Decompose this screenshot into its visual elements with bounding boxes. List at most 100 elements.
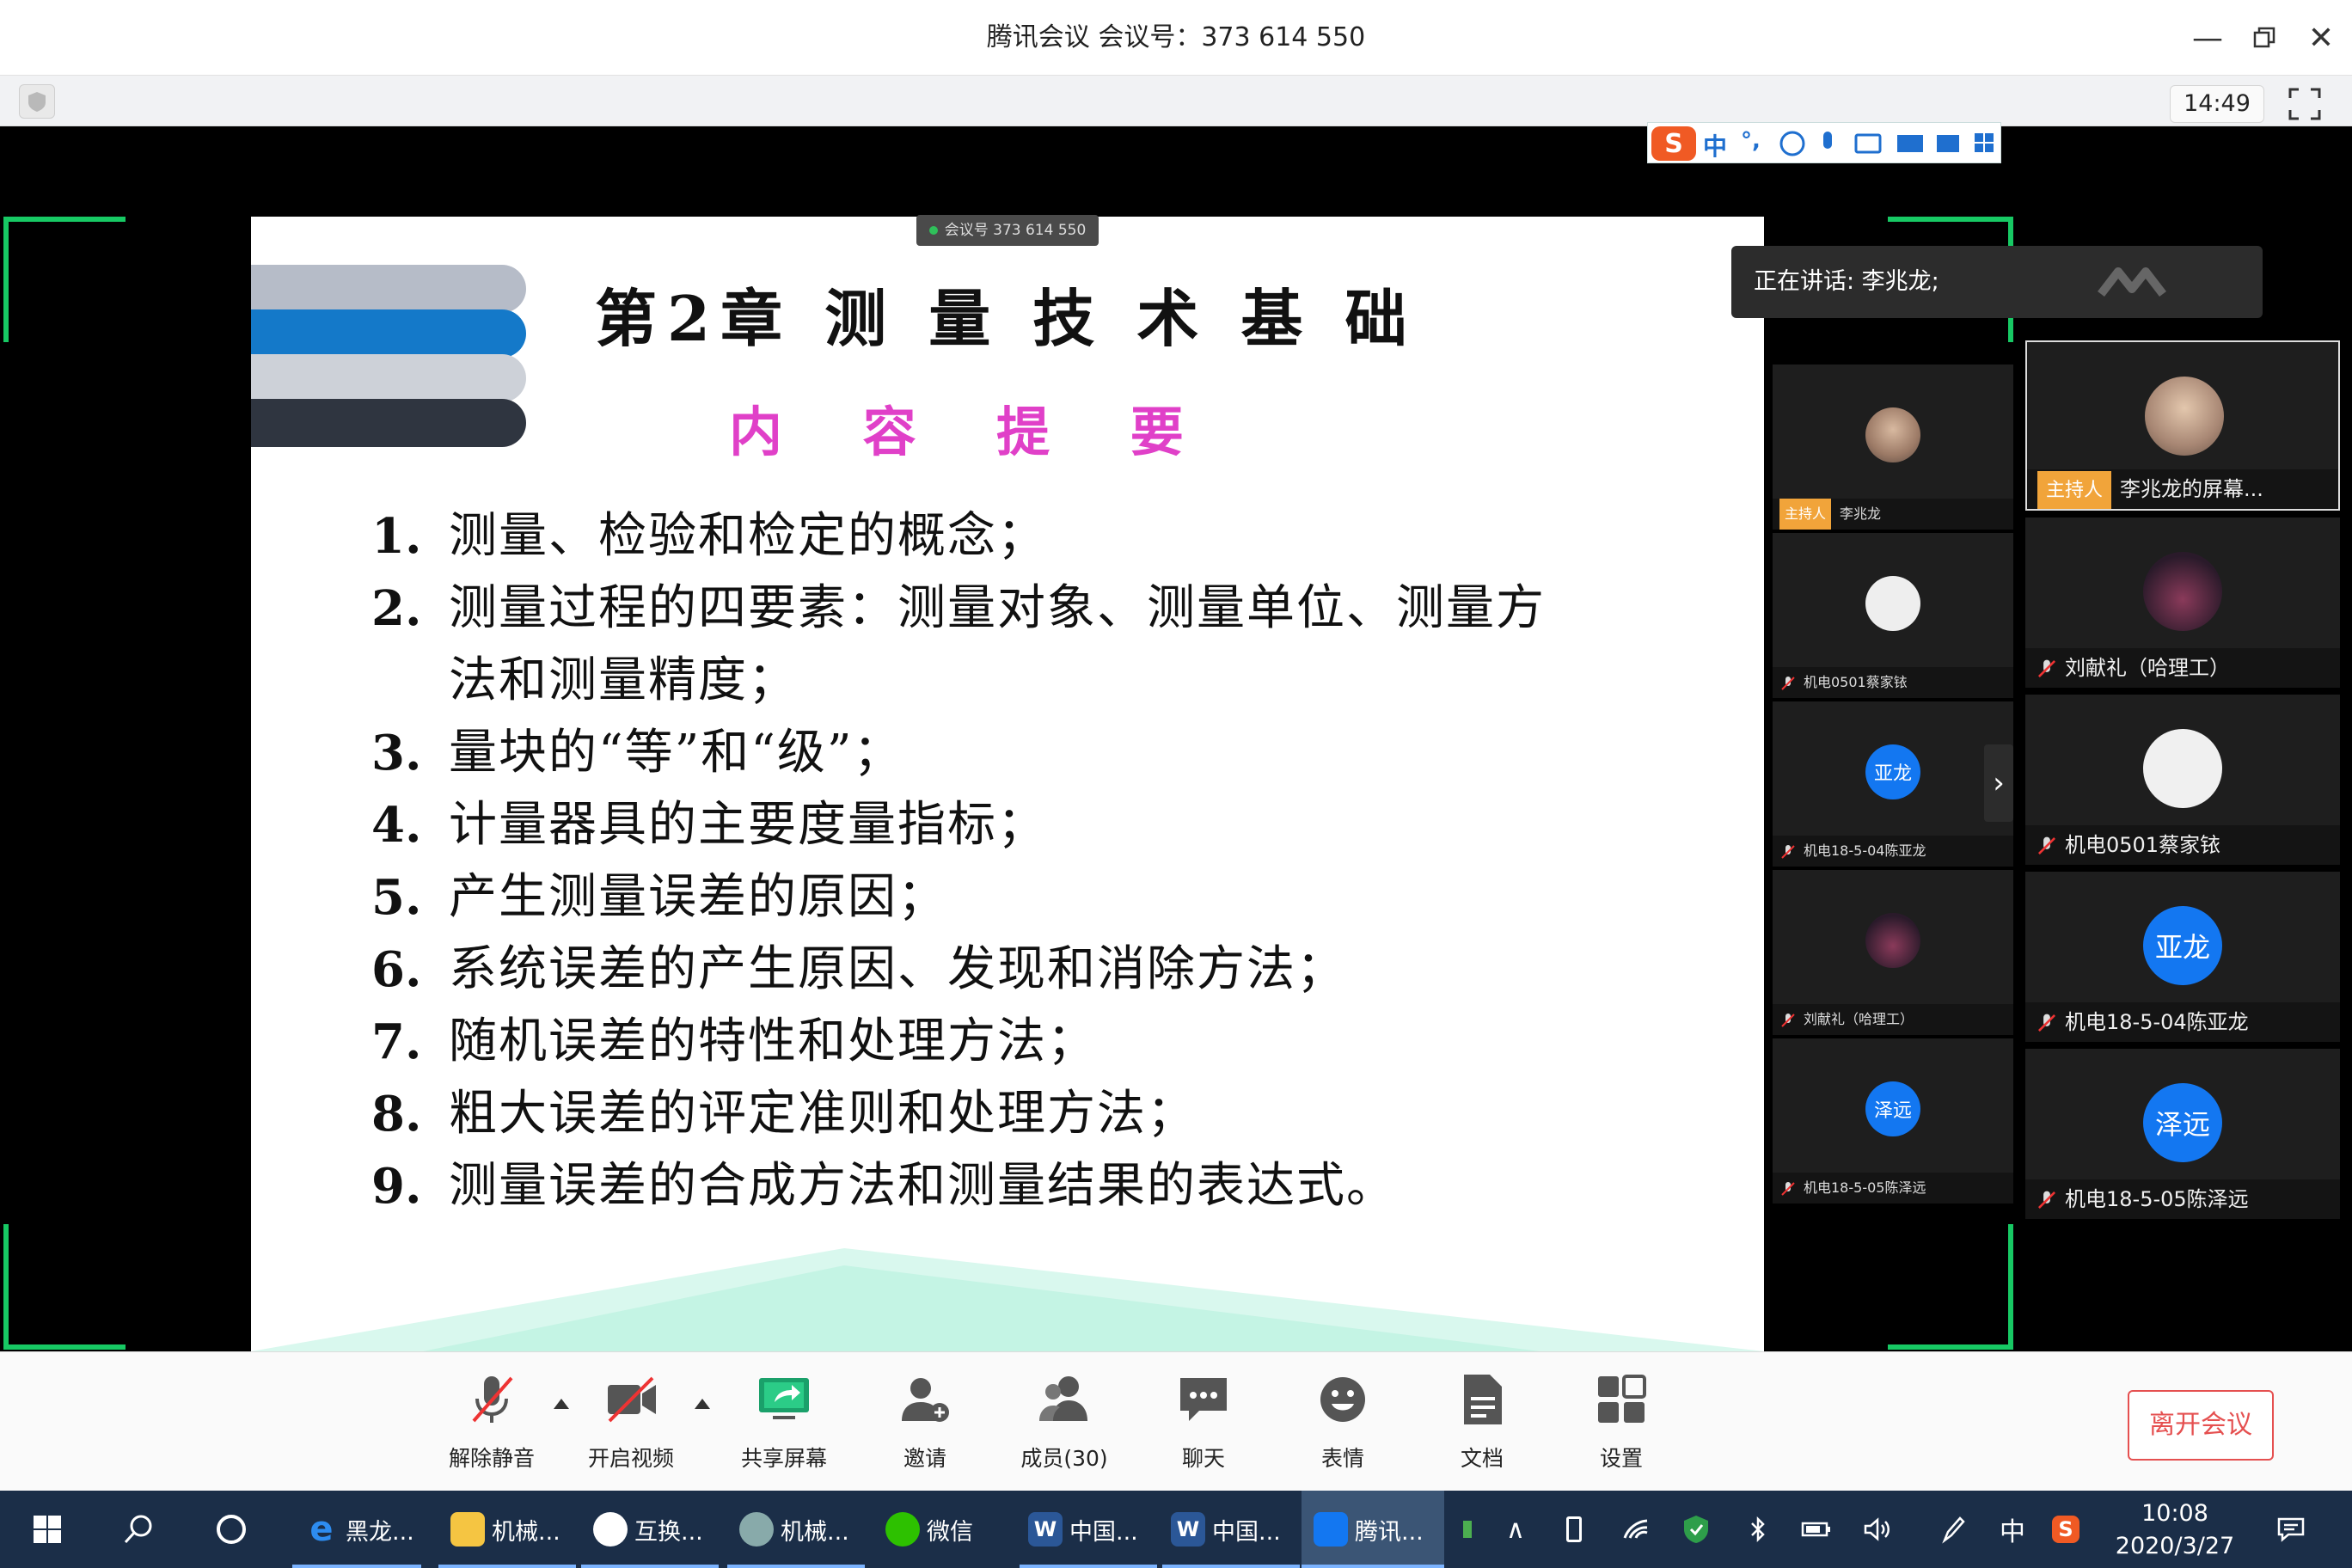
outline-item-text: 系统误差的产生原因、发现和消除方法； bbox=[449, 941, 1346, 997]
mic-muted-icon bbox=[1781, 1181, 1795, 1196]
minimize-button[interactable]: — bbox=[2182, 12, 2233, 64]
notification-center-icon[interactable] bbox=[2269, 1491, 2312, 1568]
search-icon bbox=[124, 1515, 152, 1544]
audio-options-caret-icon[interactable] bbox=[554, 1399, 569, 1409]
title-bar: 腾讯会议 会议号：373 614 550 — ✕ bbox=[0, 0, 2352, 76]
unmute-button[interactable]: 解除静音 bbox=[435, 1369, 548, 1481]
edge-icon: e bbox=[309, 1510, 334, 1549]
volume-icon[interactable] bbox=[1857, 1491, 1896, 1568]
active-underline bbox=[1302, 1565, 1444, 1568]
close-button[interactable]: ✕ bbox=[2295, 12, 2347, 64]
meeting-info-bar bbox=[0, 76, 2352, 126]
cortana-button[interactable] bbox=[201, 1491, 261, 1568]
restore-button[interactable] bbox=[2239, 12, 2290, 64]
start-video-button[interactable]: 开启视频 bbox=[574, 1369, 688, 1481]
avatar bbox=[2143, 552, 2222, 631]
clock-time: 10:08 bbox=[2141, 1500, 2208, 1527]
outline-item-number bbox=[371, 645, 449, 717]
sogou-ime-icon[interactable]: S bbox=[2046, 1491, 2086, 1568]
participant-tile[interactable]: 主持人 李兆龙的屏幕... bbox=[2025, 340, 2340, 511]
docs-button[interactable]: 文档 bbox=[1425, 1369, 1539, 1481]
clock-date: 2020/3/27 bbox=[2115, 1533, 2235, 1559]
mic-muted-icon bbox=[2037, 659, 2056, 678]
participant-tile[interactable]: 机电0501蔡家铱 bbox=[2025, 695, 2340, 865]
members-label: 成员(30) bbox=[1020, 1446, 1108, 1471]
input-language-indicator[interactable]: 中 bbox=[1993, 1491, 2032, 1568]
avatar bbox=[1865, 576, 1920, 631]
decor-bar-blue bbox=[251, 309, 526, 358]
participant-tile[interactable]: 机电0501蔡家铱 bbox=[1773, 533, 2013, 698]
folder-icon bbox=[450, 1512, 485, 1547]
share-frame-corner-tl bbox=[3, 217, 126, 342]
outline-item-text: 测量过程的四要素：测量对象、测量单位、测量方 bbox=[449, 580, 1546, 636]
share-frame-corner-br bbox=[1888, 1224, 2013, 1350]
taskbar-app-folder[interactable]: 机械... bbox=[438, 1491, 576, 1568]
wifi-icon[interactable] bbox=[1616, 1491, 1656, 1568]
tencent-meeting-window: 腾讯会议 会议号：373 614 550 — ✕ 14:49 第2章 测 量 技… bbox=[0, 0, 2352, 1568]
participant-name: 机电0501蔡家铱 bbox=[2065, 833, 2221, 857]
mic-muted-icon bbox=[472, 1376, 513, 1423]
taskbar-app-word-2[interactable]: W 中国... bbox=[1162, 1491, 1300, 1568]
outline-item: 1. 测量、检验和检定的概念； bbox=[371, 500, 1661, 573]
bluetooth-icon[interactable] bbox=[1738, 1491, 1778, 1568]
chat-bubble-icon bbox=[1180, 1378, 1227, 1421]
outline-item-number: 5. bbox=[371, 869, 422, 926]
taskbar-app-wechat[interactable]: 微信 bbox=[873, 1491, 1011, 1568]
taskbar-app-label: 机械... bbox=[781, 1518, 849, 1546]
share-frame-corner-bl bbox=[3, 1224, 126, 1350]
invite-button[interactable]: 邀请 bbox=[868, 1369, 982, 1481]
battery-icon[interactable] bbox=[1797, 1491, 1836, 1568]
outline-item-text: 计量器具的主要度量指标； bbox=[449, 797, 1047, 853]
taskbar-app-reader[interactable]: 互换... bbox=[581, 1491, 719, 1568]
taskbar-app-tencent-meeting[interactable]: 腾讯... bbox=[1302, 1491, 1444, 1568]
outline-item-text: 测量误差的合成方法和测量结果的表达式。 bbox=[449, 1158, 1396, 1214]
show-hidden-icons-chevron-up-icon[interactable]: ∧ bbox=[1496, 1491, 1535, 1568]
emoji-face-icon bbox=[1320, 1377, 1365, 1422]
security-shield-icon[interactable] bbox=[19, 84, 55, 119]
decor-bar-lightgray bbox=[251, 354, 526, 402]
gallery-next-arrow[interactable]: › bbox=[1984, 744, 2013, 822]
taskbar-app-video[interactable]: 机械... bbox=[727, 1491, 865, 1568]
avatar: 亚龙 bbox=[1865, 744, 1920, 799]
chat-button[interactable]: 聊天 bbox=[1147, 1369, 1260, 1481]
fullscreen-icon[interactable] bbox=[2283, 83, 2326, 126]
taskbar-app-word-1[interactable]: W 中国... bbox=[1020, 1491, 1157, 1568]
mic-muted-icon bbox=[2037, 1191, 2056, 1210]
meeting-toolbar: 解除静音 开启视频 共享屏幕 邀请 成员(30) 聊天 表情 文档 设置 离开会… bbox=[0, 1351, 2352, 1491]
participant-tile[interactable]: 亚龙 机电18-5-04陈亚龙 bbox=[2025, 872, 2340, 1042]
leave-meeting-button[interactable]: 离开会议 bbox=[2128, 1390, 2274, 1461]
ime-toolbar[interactable]: S 中 °, bbox=[1647, 122, 2001, 163]
outline-item-text: 测量、检验和检定的概念； bbox=[449, 508, 1047, 564]
emoji-button[interactable]: 表情 bbox=[1286, 1369, 1400, 1481]
participant-tile[interactable]: 刘献礼（哈理工） bbox=[2025, 518, 2340, 688]
participant-tile[interactable]: 亚龙 机电18-5-04陈亚龙 bbox=[1773, 701, 2013, 867]
outline-item-text: 量块的“等”和“级”； bbox=[449, 725, 903, 781]
wechat-icon bbox=[885, 1512, 920, 1547]
avatar bbox=[1865, 913, 1920, 968]
share-screen-button[interactable]: 共享屏幕 bbox=[727, 1369, 841, 1481]
participant-name: 刘献礼（哈理工） bbox=[1804, 1011, 1914, 1027]
participant-tile[interactable]: 泽远 机电18-5-05陈泽远 bbox=[1773, 1038, 2013, 1204]
taskbar-clock[interactable]: 10:08 2020/3/27 bbox=[2098, 1498, 2252, 1563]
video-options-caret-icon[interactable] bbox=[695, 1399, 710, 1409]
word-icon: W bbox=[1028, 1512, 1063, 1547]
document-icon bbox=[1464, 1375, 1502, 1424]
participant-tile[interactable]: 刘献礼（哈理工） bbox=[1773, 870, 2013, 1035]
start-button[interactable] bbox=[17, 1491, 77, 1568]
participant-tile[interactable]: 泽远 机电18-5-05陈泽远 bbox=[2025, 1049, 2340, 1219]
windows-taskbar: e 黑龙... 机械... 互换... 机械... 微信 W 中国... W 中国..… bbox=[0, 1491, 2352, 1568]
outline-item-text: 产生测量误差的原因； bbox=[449, 869, 947, 925]
device-icon[interactable] bbox=[1554, 1491, 1594, 1568]
outline-item: 4. 计量器具的主要度量指标； bbox=[371, 789, 1661, 861]
taskbar-app-edge[interactable]: e 黑龙... bbox=[292, 1491, 421, 1568]
settings-button[interactable]: 设置 bbox=[1565, 1369, 1678, 1481]
participant-tile[interactable]: 主持人 李兆龙 bbox=[1773, 364, 2013, 530]
usb-indicator-icon[interactable] bbox=[1455, 1491, 1480, 1568]
mic-muted-icon bbox=[1781, 844, 1795, 859]
outline-item-number: 6. bbox=[371, 941, 422, 998]
search-button[interactable] bbox=[108, 1491, 168, 1568]
members-button[interactable]: 成员(30) bbox=[1008, 1369, 1121, 1481]
invite-label: 邀请 bbox=[903, 1446, 946, 1471]
security-shield-icon[interactable] bbox=[1676, 1491, 1716, 1568]
pen-icon[interactable] bbox=[1932, 1491, 1972, 1568]
